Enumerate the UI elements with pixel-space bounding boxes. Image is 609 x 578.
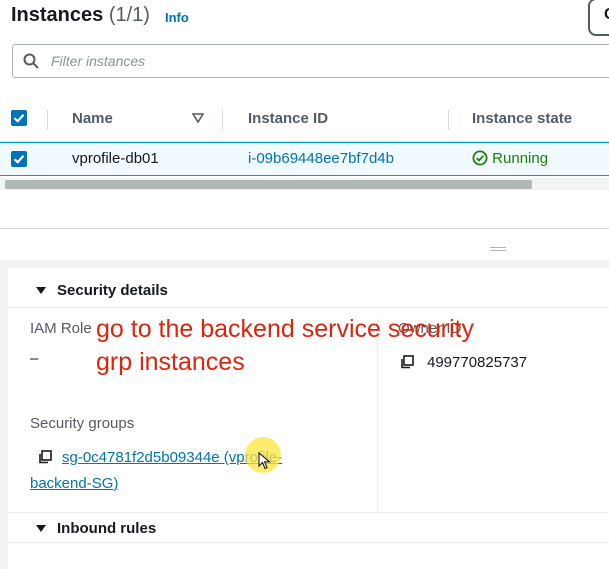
instance-state-cell: Running <box>472 150 548 167</box>
checkmark-icon <box>13 114 25 123</box>
security-groups-label: Security groups <box>30 415 135 432</box>
annotation-overlay: go to the backend service security grp i… <box>96 313 474 379</box>
column-header-instance-state[interactable]: Instance state <box>472 110 572 127</box>
instance-state-label: Running <box>492 150 549 167</box>
inbound-rules-heading[interactable]: Inbound rules <box>57 520 156 537</box>
page-title: Instances (1/1) <box>11 4 150 27</box>
check-circle-icon <box>472 150 488 166</box>
row-checkbox[interactable] <box>11 151 27 167</box>
instance-count: (1/1) <box>108 4 150 26</box>
caret-down-icon[interactable] <box>36 287 46 294</box>
column-header-instance-id[interactable]: Instance ID <box>248 110 328 127</box>
instance-name-cell: vprofile-db01 <box>72 150 159 167</box>
pane-resize-handle[interactable] <box>490 247 506 253</box>
annotation-line-2: grp instances <box>96 348 245 376</box>
info-link[interactable]: Info <box>165 10 189 25</box>
iam-role-label: IAM Role <box>30 320 92 337</box>
refresh-button[interactable]: C <box>588 0 609 36</box>
horizontal-scrollbar-thumb[interactable] <box>5 180 532 189</box>
table-header: Name Instance ID Instance state <box>0 96 609 142</box>
security-details-heading[interactable]: Security details <box>57 282 168 299</box>
pane-divider <box>0 228 609 229</box>
caret-down-icon[interactable] <box>36 525 46 532</box>
checkmark-icon <box>13 155 25 164</box>
table-row[interactable]: vprofile-db01 i-09b69448ee7bf7d4b Runnin… <box>0 142 609 176</box>
copy-icon[interactable] <box>38 450 52 464</box>
mouse-pointer-icon <box>258 452 272 470</box>
filter-instances-input[interactable] <box>51 51 591 71</box>
annotation-line-1: go to the backend service security <box>96 315 474 343</box>
refresh-button-label: C <box>604 6 609 24</box>
search-icon <box>23 53 39 69</box>
column-header-name[interactable]: Name <box>72 110 113 127</box>
iam-role-value: – <box>30 350 39 367</box>
select-all-checkbox[interactable] <box>11 110 27 126</box>
filter-search-box[interactable] <box>12 44 609 78</box>
page-title-text: Instances <box>11 4 104 26</box>
instance-id-link[interactable]: i-09b69448ee7bf7d4b <box>248 150 394 167</box>
security-group-link-continued[interactable]: backend-SG) <box>30 475 118 492</box>
sort-down-icon[interactable] <box>192 113 204 123</box>
